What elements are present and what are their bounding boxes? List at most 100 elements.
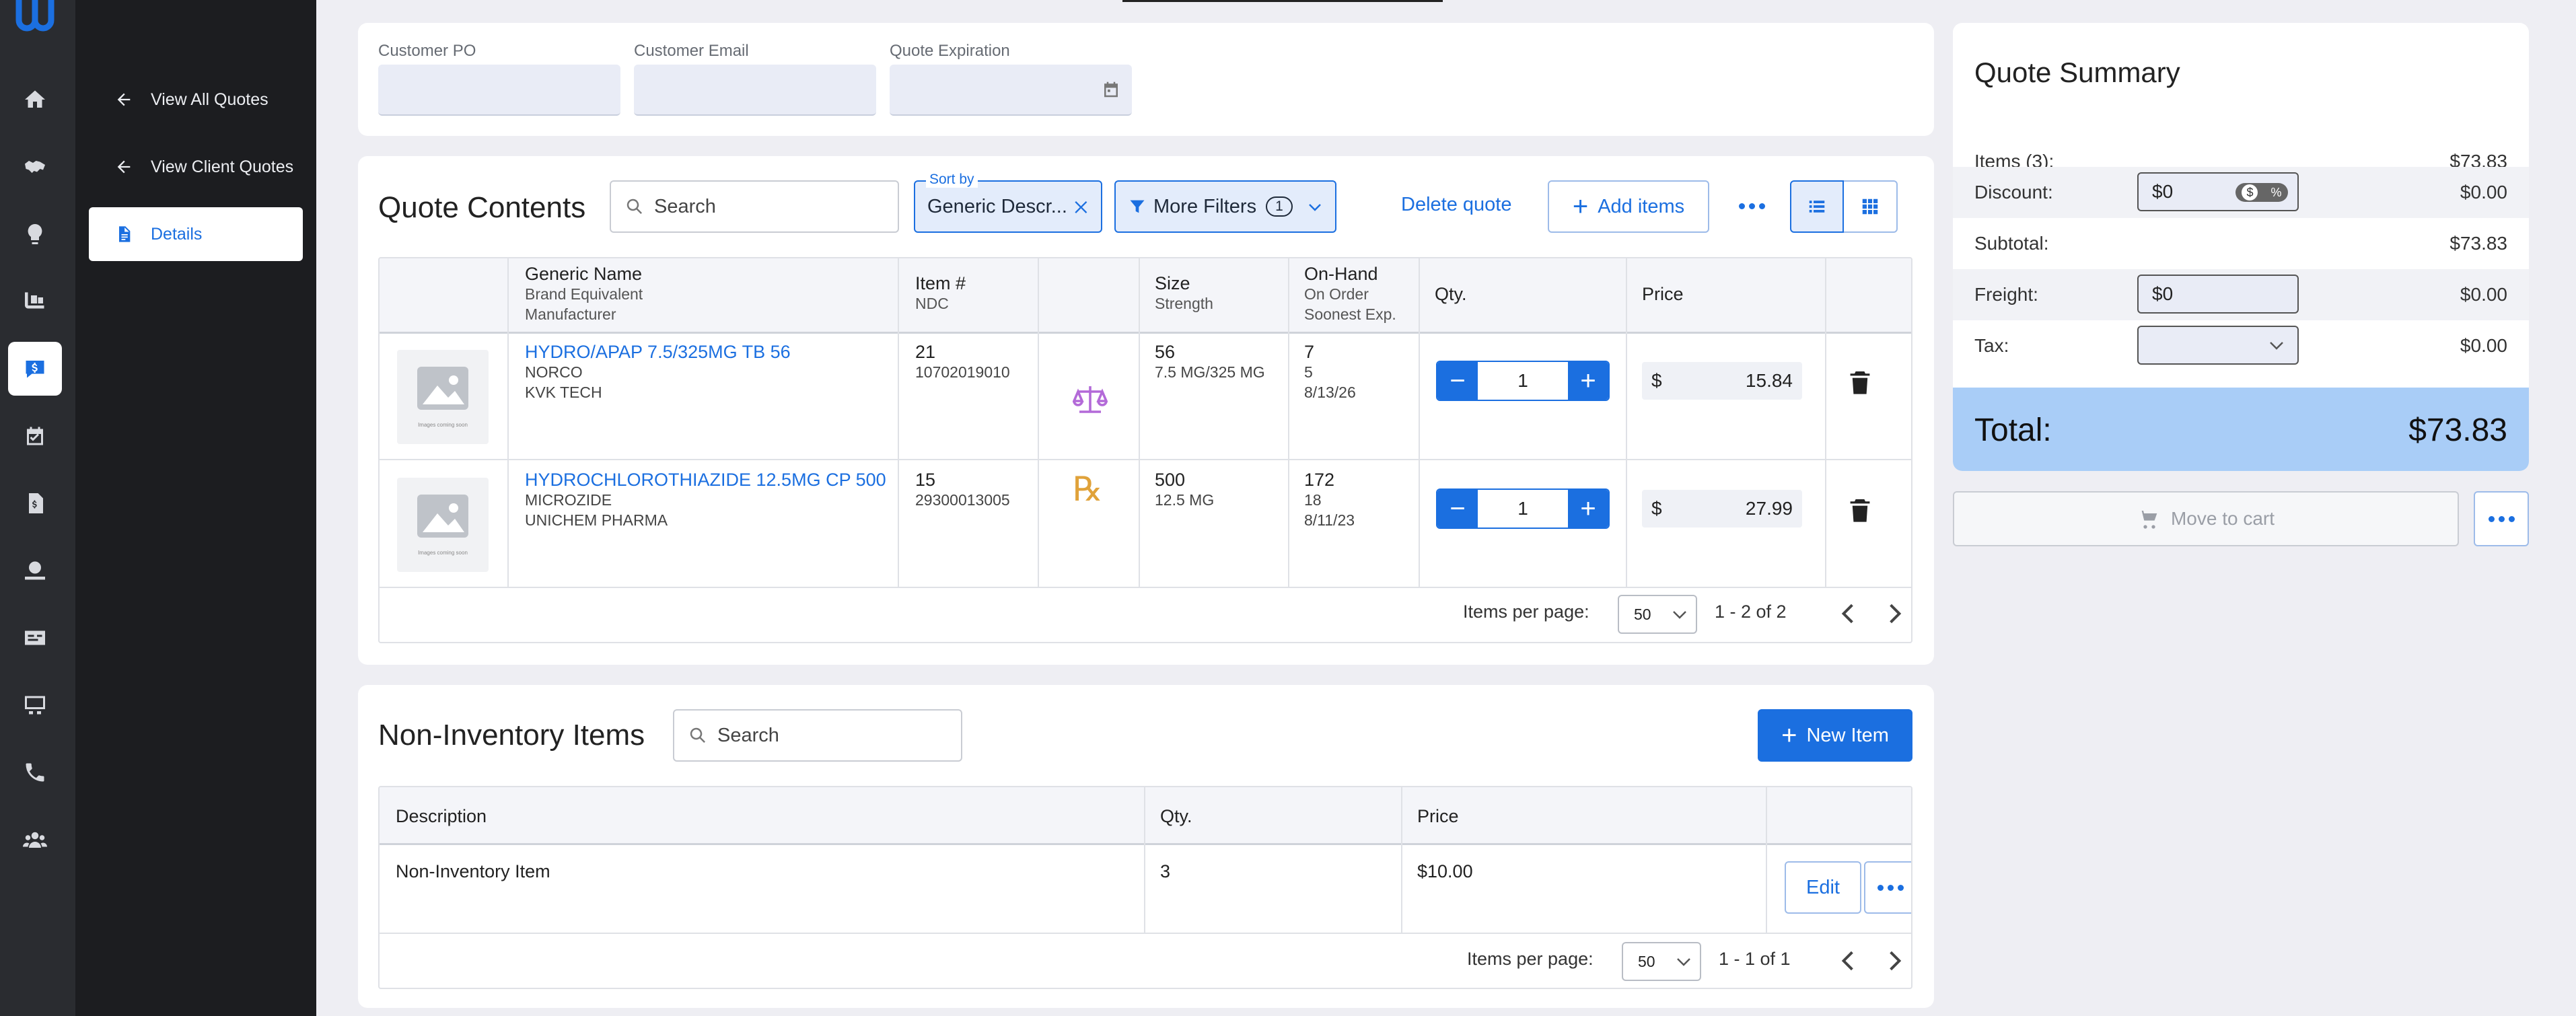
home-icon[interactable] (17, 82, 52, 117)
chevron-left-icon[interactable] (1840, 950, 1856, 972)
trash-icon[interactable] (1849, 370, 1871, 394)
ndc-number: 29300013005 (915, 491, 1010, 509)
tax-select[interactable] (2137, 326, 2299, 365)
product-image-placeholder: Images coming soon (397, 478, 489, 572)
non-inventory-title: Non-Inventory Items (378, 719, 645, 752)
chevron-down-icon (2270, 342, 2283, 350)
quantity-input[interactable]: 1 (1478, 362, 1568, 400)
view-client-quotes-label: View Client Quotes (151, 157, 294, 176)
more-filters-button[interactable]: More Filters 1 (1114, 180, 1336, 233)
document-icon (119, 226, 131, 242)
quote-contents-search[interactable]: Search (610, 180, 899, 233)
quote-expiration-input[interactable] (890, 65, 1132, 116)
chevron-right-icon[interactable] (1887, 950, 1903, 972)
item-number: 21 (915, 342, 936, 362)
move-to-cart-button[interactable]: Move to cart (1953, 491, 2459, 546)
customer-email-label: Customer Email (634, 42, 749, 60)
col-qty: Qty. (1435, 284, 1467, 304)
decrement-button[interactable]: − (1437, 362, 1478, 400)
dolly-icon[interactable] (17, 284, 52, 319)
list-view-toggle[interactable] (1790, 180, 1844, 233)
soonest-expiration: 8/13/26 (1304, 384, 1356, 401)
on-hand-count: 7 (1304, 342, 1315, 362)
currency-symbol: $ (1651, 370, 1662, 391)
quantity-stepper: − 1 + (1436, 361, 1610, 401)
col-price: Price (1417, 806, 1459, 826)
delete-quote-button[interactable]: Delete quote (1401, 194, 1511, 216)
brand-name: NORCO (525, 363, 583, 381)
non-inventory-search[interactable]: Search (673, 709, 962, 762)
currency-symbol: $ (1651, 498, 1662, 519)
items-per-page-select[interactable]: 50 (1618, 595, 1697, 634)
add-items-button[interactable]: + Add items (1548, 180, 1709, 233)
items-per-page-select[interactable]: 50 (1622, 942, 1701, 981)
subtotal-label: Subtotal: (1974, 233, 2049, 254)
price-value: 15.84 (1745, 370, 1793, 391)
phone-icon[interactable] (17, 755, 52, 790)
product-name-link[interactable]: HYDRO/APAP 7.5/325MG TB 56 (525, 342, 791, 362)
handshake-icon[interactable] (17, 149, 52, 184)
freight-input[interactable]: $0 (2137, 275, 2299, 314)
edit-button[interactable]: Edit (1785, 861, 1861, 914)
product-name-link[interactable]: HYDROCHLOROTHIAZIDE 12.5MG CP 500 (525, 470, 886, 490)
increment-button[interactable]: + (1568, 362, 1608, 400)
view-client-quotes-link[interactable]: View Client Quotes (89, 140, 303, 194)
row-more-button[interactable] (1864, 861, 1911, 914)
sort-by-chip[interactable]: Sort by Generic Descr... (914, 172, 1102, 233)
page-range: 1 - 2 of 2 (1715, 602, 1787, 622)
lightbulb-icon[interactable] (17, 217, 52, 252)
tax-total: $0.00 (2460, 335, 2507, 356)
dollar-percent-toggle[interactable]: $% (2235, 183, 2288, 202)
total-label: Total: (1974, 412, 2052, 448)
close-icon[interactable] (1073, 198, 1092, 217)
customer-po-label: Customer PO (378, 42, 476, 60)
non-inventory-price: $10.00 (1417, 861, 1473, 881)
calendar-check-icon[interactable] (17, 419, 52, 453)
col-price: Price (1642, 284, 1684, 304)
package-size: 500 (1155, 470, 1186, 490)
customer-po-input[interactable] (378, 65, 620, 116)
new-item-button[interactable]: + New Item (1758, 709, 1912, 762)
brand-name: MICROZIDE (525, 491, 612, 509)
id-card-icon[interactable] (17, 620, 52, 655)
summary-more-button[interactable] (2474, 491, 2529, 546)
quote-items-table: Generic Name Brand Equivalent Manufactur… (378, 257, 1912, 643)
chevron-right-icon[interactable] (1887, 603, 1903, 624)
details-link[interactable]: Details (89, 207, 303, 261)
on-order-count: 5 (1304, 363, 1313, 381)
increment-button[interactable]: + (1568, 490, 1608, 528)
product-image-placeholder: Images coming soon (397, 350, 489, 444)
quote-summary-card: Quote Summary Items (3): $73.83 Discount… (1953, 23, 2529, 471)
grid-view-toggle[interactable] (1844, 180, 1898, 233)
price-input[interactable]: $ 27.99 (1642, 490, 1802, 528)
discount-input[interactable]: $0 $% (2137, 172, 2299, 211)
package-size: 56 (1155, 342, 1176, 362)
decrement-button[interactable]: − (1437, 490, 1478, 528)
trash-icon[interactable] (1849, 498, 1871, 522)
users-icon[interactable] (17, 822, 52, 857)
invoice-dollar-icon[interactable] (17, 486, 52, 521)
search-placeholder: Search (717, 724, 779, 746)
col-qty: Qty. (1160, 806, 1192, 826)
more-options-icon (2488, 515, 2515, 522)
quote-subnav: View All Quotes View Client Quotes Detai… (75, 0, 316, 1016)
quote-dollar-icon[interactable] (8, 342, 62, 396)
money-hand-icon[interactable] (17, 553, 52, 588)
non-inventory-description: Non-Inventory Item (396, 861, 550, 881)
items-per-page-label: Items per page: (1467, 949, 1594, 969)
filter-icon (1130, 200, 1145, 213)
calendar-icon[interactable] (1101, 79, 1121, 100)
view-all-quotes-link[interactable]: View All Quotes (89, 73, 303, 126)
soonest-expiration: 8/11/23 (1304, 511, 1355, 529)
monitor-users-icon[interactable] (17, 688, 52, 723)
new-item-label: New Item (1806, 724, 1889, 746)
customer-email-input[interactable] (634, 65, 876, 116)
search-placeholder: Search (654, 195, 716, 217)
list-icon (1809, 201, 1825, 213)
quantity-input[interactable]: 1 (1478, 490, 1568, 528)
strength: 7.5 MG/325 MG (1155, 363, 1265, 381)
chevron-left-icon[interactable] (1840, 603, 1856, 624)
more-options-icon[interactable] (1739, 203, 1765, 209)
price-input[interactable]: $ 15.84 (1642, 362, 1802, 400)
sort-by-value: Generic Descr... (927, 195, 1067, 217)
